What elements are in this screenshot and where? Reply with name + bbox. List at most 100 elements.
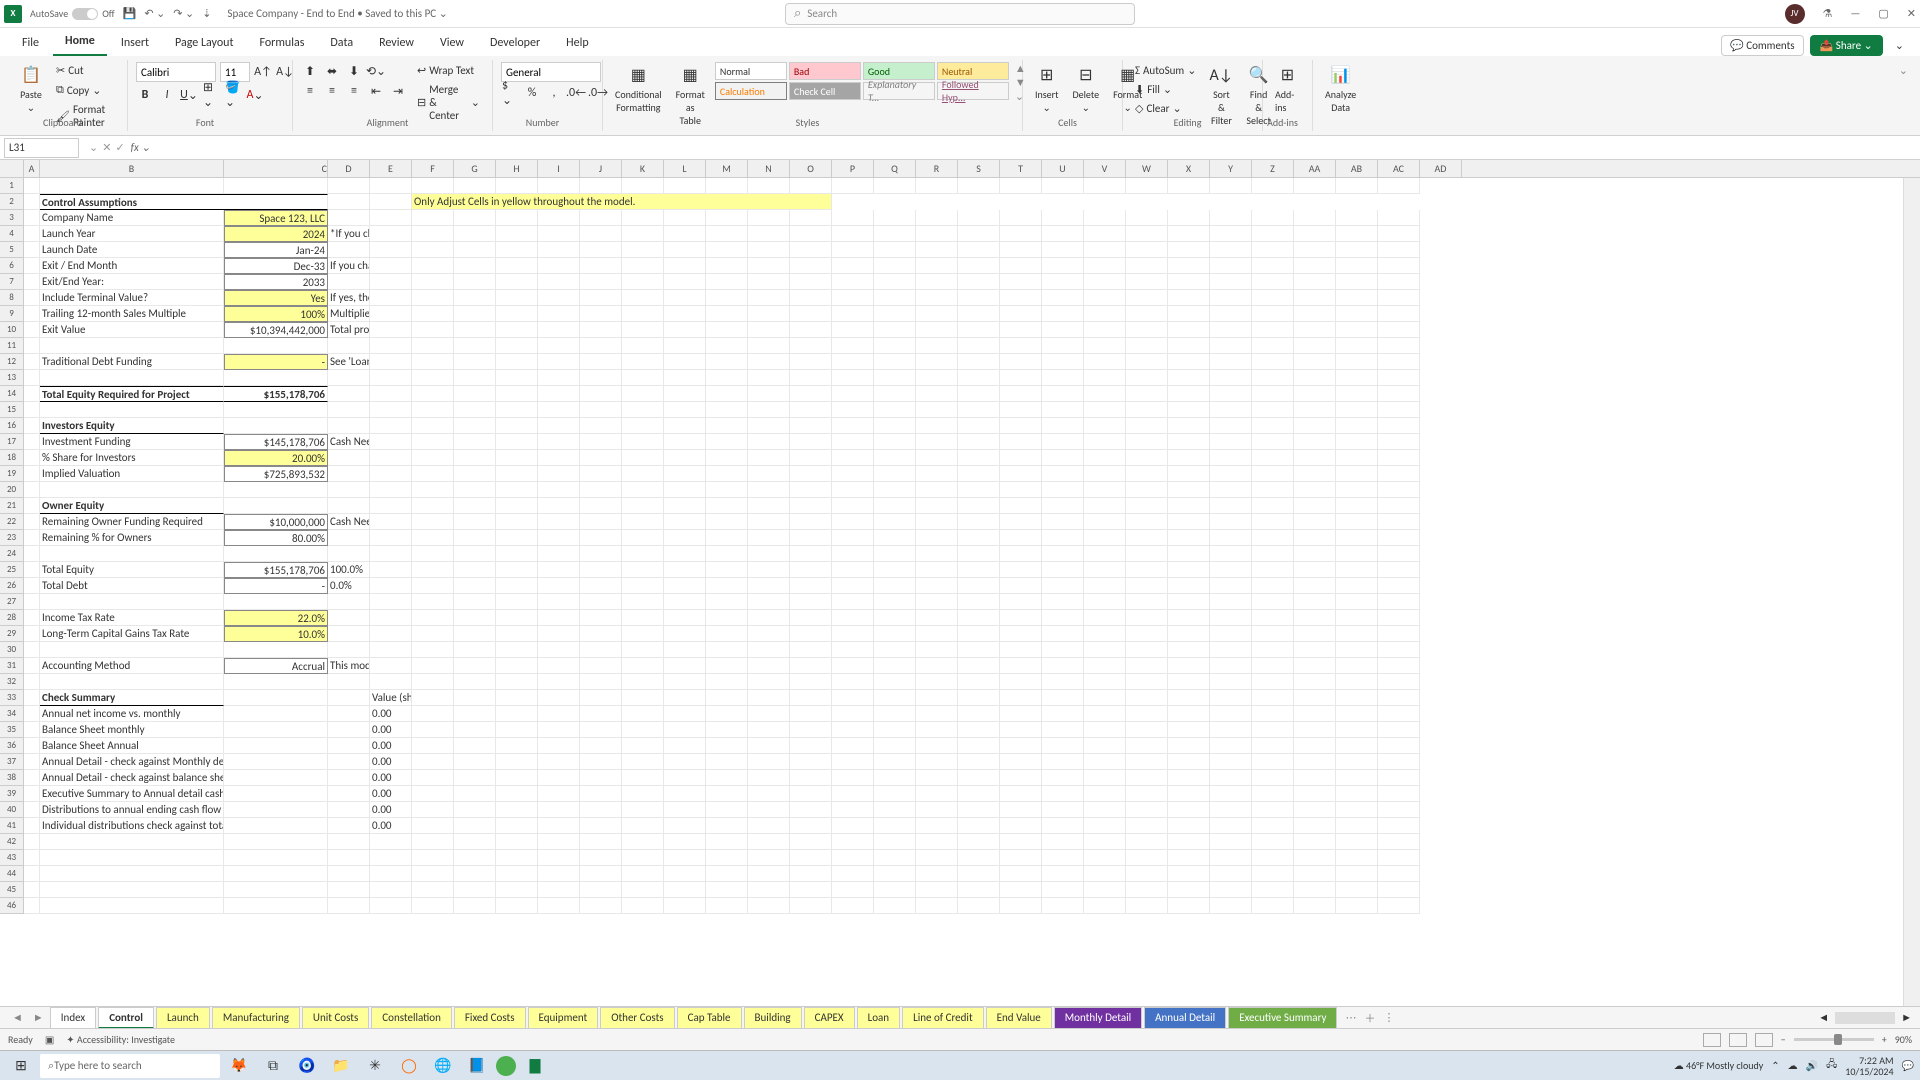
cell[interactable] [958,466,1000,482]
cell[interactable] [1042,882,1084,898]
cell[interactable] [1000,386,1042,402]
cell[interactable]: *If you change this, make sure to go and… [328,226,370,242]
cell[interactable] [1336,306,1378,322]
cell[interactable] [1042,242,1084,258]
cell[interactable] [454,306,496,322]
cell[interactable] [412,626,454,642]
cell[interactable] [328,546,370,562]
cell[interactable] [790,818,832,834]
cell[interactable] [580,306,622,322]
cell[interactable] [1336,738,1378,754]
row-header[interactable]: 24 [0,546,24,562]
cell[interactable] [1042,626,1084,642]
cell[interactable] [328,594,370,610]
cell[interactable] [1252,290,1294,306]
cell[interactable] [370,322,412,338]
cell[interactable] [706,386,748,402]
cell[interactable] [706,690,748,706]
tray-chevron-icon[interactable]: ⌃ [1771,1059,1779,1072]
style-calculation[interactable]: Calculation [715,82,787,100]
cell[interactable] [1168,338,1210,354]
cell[interactable]: $155,178,706 [224,386,328,402]
cell[interactable] [370,674,412,690]
cell[interactable]: Investors Equity [40,418,224,434]
cell[interactable] [1168,898,1210,914]
cell[interactable] [454,322,496,338]
cell[interactable] [370,546,412,562]
cell[interactable] [1378,290,1420,306]
row-header[interactable]: 41 [0,818,24,834]
cell[interactable] [1294,530,1336,546]
cell[interactable]: Executive Summary to Annual detail cash [40,786,224,802]
cell[interactable] [664,226,706,242]
cell[interactable] [412,514,454,530]
cell[interactable]: 2033 [224,274,328,290]
cell[interactable] [664,210,706,226]
cell[interactable] [454,834,496,850]
autosum-button[interactable]: Σ AutoSum ⌄ [1131,62,1200,79]
cell[interactable] [454,482,496,498]
cell[interactable] [328,530,370,546]
cell[interactable]: Control Assumptions [40,194,328,210]
cell[interactable] [496,850,538,866]
cell[interactable] [1126,786,1168,802]
cell[interactable] [538,770,580,786]
cell[interactable] [832,530,874,546]
cell[interactable] [224,722,328,738]
cell[interactable] [496,322,538,338]
cell[interactable] [622,210,664,226]
cell[interactable] [1084,498,1126,514]
cell[interactable] [748,770,790,786]
cell[interactable] [1126,578,1168,594]
cell[interactable]: 22.0% [224,610,328,626]
cell[interactable] [748,322,790,338]
tab-insert[interactable]: Insert [109,30,161,56]
cell[interactable] [538,258,580,274]
cell[interactable] [1378,834,1420,850]
excel-taskbar-icon[interactable]: ▇ [520,1053,550,1079]
cell[interactable] [1168,834,1210,850]
cell[interactable] [1210,818,1252,834]
cell[interactable] [1210,322,1252,338]
cell[interactable] [748,594,790,610]
cell[interactable] [454,354,496,370]
cell[interactable]: Remaining Owner Funding Required [40,514,224,530]
cell[interactable] [1042,770,1084,786]
cell[interactable] [580,498,622,514]
cell[interactable] [706,258,748,274]
cell[interactable] [748,482,790,498]
cell[interactable] [538,482,580,498]
cell[interactable] [874,530,916,546]
cell[interactable] [958,322,1000,338]
cell[interactable] [916,658,958,674]
cell[interactable] [916,482,958,498]
cell[interactable] [224,786,328,802]
cell[interactable] [1000,850,1042,866]
cell[interactable] [958,258,1000,274]
network-icon[interactable]: 🖧 [1826,1057,1837,1074]
cell[interactable] [1084,530,1126,546]
cell[interactable] [1168,562,1210,578]
cell[interactable] [748,674,790,690]
cell[interactable] [454,498,496,514]
cell[interactable] [1378,770,1420,786]
cell[interactable] [454,178,496,194]
cell[interactable] [328,242,370,258]
col-header[interactable]: G [454,160,496,177]
cell[interactable] [1294,210,1336,226]
cell[interactable] [916,770,958,786]
cut-button[interactable]: ✂Cut [52,62,119,79]
cell[interactable] [1168,290,1210,306]
cell[interactable] [1378,498,1420,514]
cell[interactable] [412,578,454,594]
cell[interactable] [832,754,874,770]
cell[interactable] [538,722,580,738]
row-header[interactable]: 38 [0,770,24,786]
cell[interactable] [1294,290,1336,306]
cell[interactable] [748,690,790,706]
cell[interactable] [706,498,748,514]
cell[interactable] [958,306,1000,322]
row-header[interactable]: 28 [0,610,24,626]
cell[interactable] [370,658,412,674]
cell[interactable] [1378,418,1420,434]
